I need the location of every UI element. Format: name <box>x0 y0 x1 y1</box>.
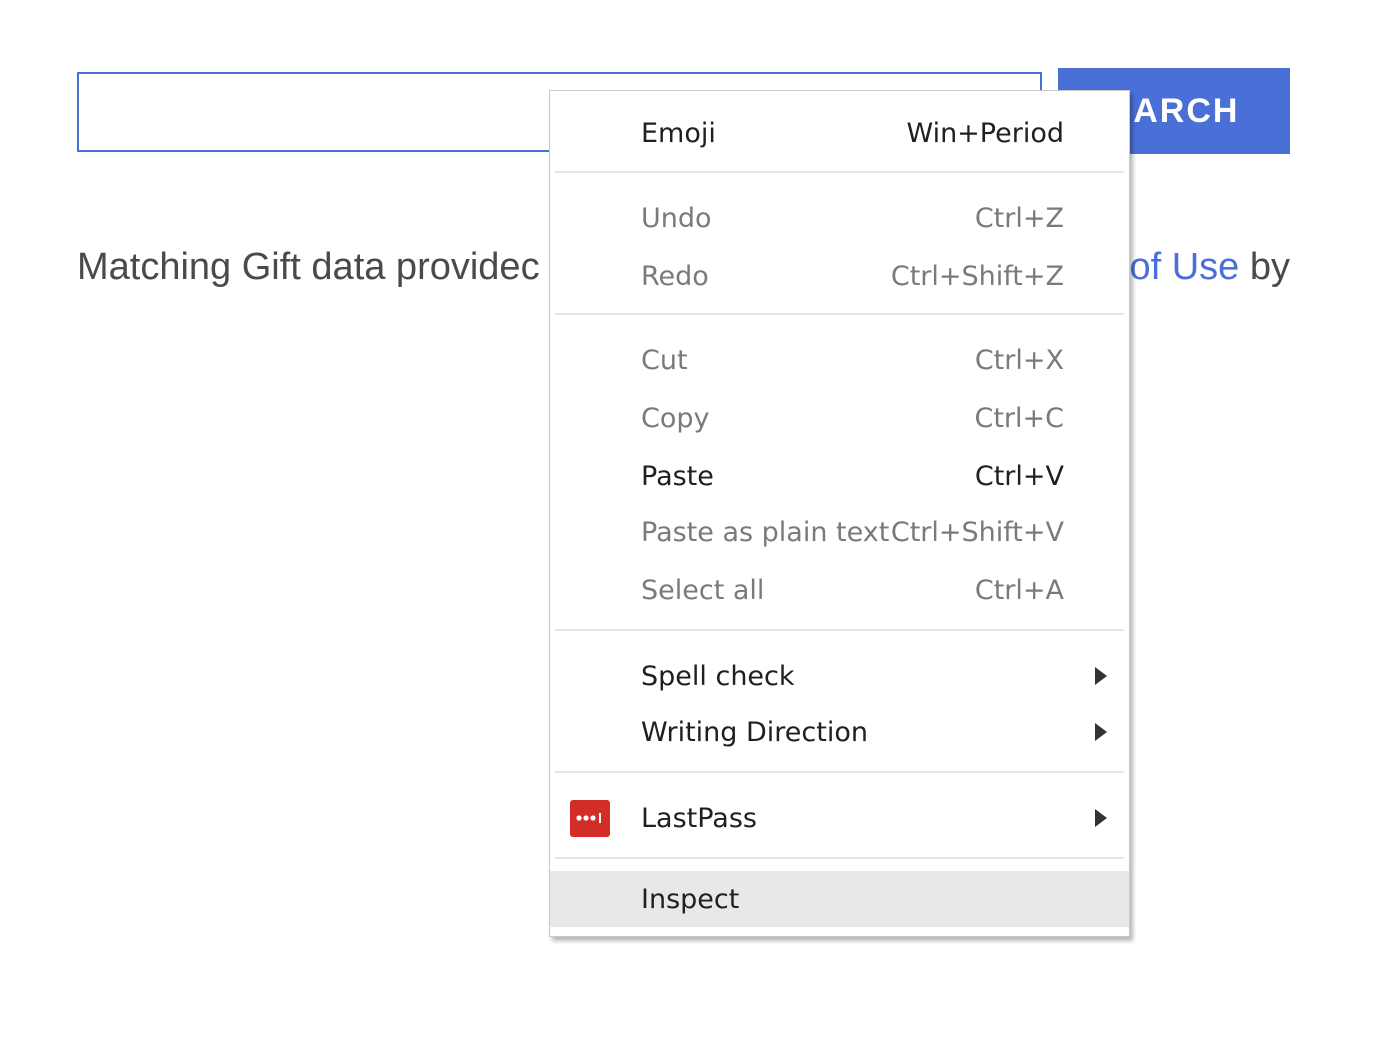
submenu-arrow-icon <box>1095 723 1107 741</box>
attribution-prefix: Matching Gift data providec <box>77 246 540 288</box>
context-menu: Emoji Win+Period Undo Ctrl+Z Redo Ctrl+S… <box>549 90 1130 937</box>
menu-item-label: Undo <box>641 202 712 234</box>
menu-item-shortcut: Ctrl+Shift+Z <box>890 260 1064 292</box>
menu-separator <box>555 629 1124 631</box>
menu-item-label: Writing Direction <box>641 716 868 748</box>
menu-item-emoji[interactable]: Emoji Win+Period <box>550 105 1129 161</box>
menu-item-shortcut: Ctrl+C <box>974 402 1064 434</box>
menu-item-shortcut: Ctrl+A <box>974 574 1064 606</box>
menu-separator <box>555 313 1124 315</box>
menu-item-label: Cut <box>641 344 688 376</box>
menu-item-label: Copy <box>641 402 710 434</box>
menu-item-undo: Undo Ctrl+Z <box>550 190 1129 246</box>
menu-item-label: Redo <box>641 260 709 292</box>
menu-separator <box>555 171 1124 173</box>
menu-item-label: Emoji <box>641 117 716 149</box>
attribution-suffix: by <box>1249 246 1290 288</box>
menu-item-lastpass[interactable]: LastPass <box>550 790 1129 846</box>
menu-item-paste-plain-text: Paste as plain text Ctrl+Shift+V <box>550 504 1129 560</box>
menu-separator <box>555 771 1124 773</box>
menu-item-cut: Cut Ctrl+X <box>550 332 1129 388</box>
menu-item-label: Paste <box>641 460 714 492</box>
menu-item-inspect[interactable]: Inspect <box>550 871 1129 927</box>
menu-item-label: Paste as plain text <box>641 516 890 548</box>
terms-of-use-link[interactable]: of Use <box>1129 246 1239 288</box>
menu-item-label: Select all <box>641 574 765 606</box>
menu-item-shortcut: Ctrl+Z <box>974 202 1064 234</box>
menu-item-shortcut: Ctrl+Shift+V <box>890 516 1064 548</box>
menu-item-spell-check[interactable]: Spell check <box>550 648 1129 704</box>
menu-item-shortcut: Ctrl+X <box>974 344 1064 376</box>
menu-item-copy: Copy Ctrl+C <box>550 390 1129 446</box>
submenu-arrow-icon <box>1095 667 1107 685</box>
menu-item-label: Inspect <box>641 883 740 915</box>
lastpass-icon <box>570 799 610 837</box>
menu-item-redo: Redo Ctrl+Shift+Z <box>550 248 1129 304</box>
menu-item-shortcut: Ctrl+V <box>974 460 1064 492</box>
submenu-arrow-icon <box>1095 809 1107 827</box>
menu-item-writing-direction[interactable]: Writing Direction <box>550 704 1129 760</box>
menu-item-paste[interactable]: Paste Ctrl+V <box>550 448 1129 504</box>
menu-separator <box>555 857 1124 859</box>
menu-item-select-all: Select all Ctrl+A <box>550 562 1129 618</box>
menu-item-shortcut: Win+Period <box>906 117 1064 149</box>
menu-item-label: LastPass <box>641 802 757 834</box>
menu-item-label: Spell check <box>641 660 795 692</box>
